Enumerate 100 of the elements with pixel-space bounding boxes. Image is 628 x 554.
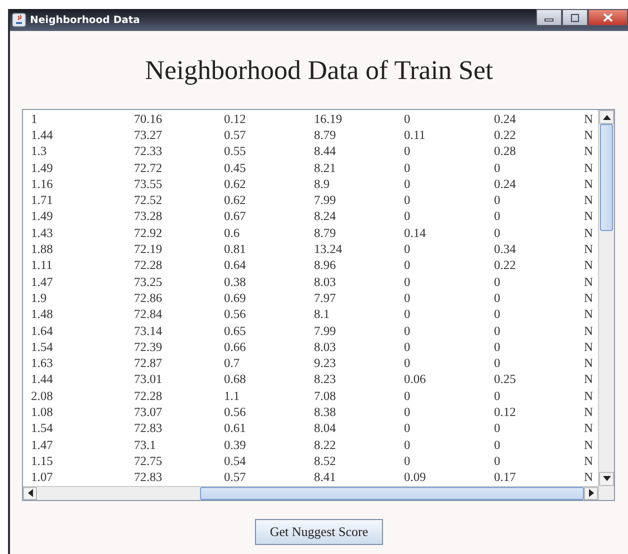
table-cell: N [584, 193, 594, 208]
table-cell-text: 0 [404, 388, 412, 404]
table-cell-text: 1.64 [31, 324, 54, 338]
table-cell-text: 0.09 [404, 470, 427, 486]
maximize-button[interactable] [562, 9, 588, 26]
table-cell-text: 1.1 [224, 388, 241, 404]
table-cell-text: 73.28 [134, 209, 164, 224]
table-cell-text: 0 [404, 356, 412, 372]
table-cell-text: 8.79 [314, 226, 337, 241]
table-cell-text: 0 [494, 307, 502, 322]
table-cell-text: 0 [494, 388, 502, 404]
table-cell-text: 8.21 [314, 160, 337, 176]
table-cell-text: 0.54 [224, 454, 247, 469]
table-cell-text: 0.81 [224, 242, 247, 258]
table-cell: N [584, 160, 594, 176]
table-cell-text: 0.22 [494, 128, 517, 143]
table-cell-text: 1.63 [31, 356, 54, 372]
table-cell-text: 0.56 [224, 404, 247, 420]
table-cell-text: 1.49 [31, 209, 54, 224]
cup-icon [12, 13, 26, 27]
table-cell-text: 0 [494, 209, 502, 224]
table-cell-text: 1.9 [31, 290, 48, 306]
window-title: Neighborhood Data [30, 14, 140, 26]
table-cell-text: 0 [404, 144, 412, 160]
scrollbar-thumb[interactable] [200, 486, 584, 500]
close-icon [603, 13, 613, 22]
scroll-right-icon[interactable] [584, 486, 598, 500]
score-button[interactable]: Get Nuggest Score [254, 518, 384, 545]
table-cell-text: 0 [404, 324, 412, 338]
table-cell-text: 0.12 [224, 112, 247, 127]
table-cell-text: 9.23 [314, 356, 337, 372]
table-cell-text: 1.71 [31, 193, 54, 208]
table-cell-text: 73.01 [134, 372, 164, 388]
table-cell-text: 1.47 [31, 274, 54, 290]
table-cell-text: 0 [404, 404, 412, 420]
scroll-left-icon[interactable] [23, 486, 37, 500]
table-cell-text: 1.54 [31, 421, 54, 436]
table-cell-text: 0.56 [224, 307, 247, 322]
table-cell-text: 2.08 [31, 388, 54, 404]
table-cell-text: 1.16 [31, 176, 54, 192]
vertical-scrollbar[interactable] [598, 110, 614, 486]
table-cell: N [584, 307, 594, 322]
table-cell-text: 0.45 [224, 160, 247, 176]
table-cell-text: 73.27 [134, 128, 164, 143]
table-cell-text: 0 [404, 421, 412, 436]
table-cell-text: 0.61 [224, 421, 247, 436]
table-cell-text: 73.55 [134, 176, 164, 192]
table-cell-text: 1.44 [31, 128, 54, 143]
scroll-down-icon[interactable] [599, 472, 614, 486]
table-cell-text: 0.62 [224, 193, 247, 208]
table-cell-text: 72.39 [134, 340, 164, 355]
table-cell-text: 73.1 [134, 438, 157, 453]
table-cell-text: 1.48 [31, 307, 54, 322]
close-button[interactable] [588, 9, 628, 26]
minimize-button[interactable] [536, 9, 562, 26]
table-cell-text: 72.28 [134, 258, 164, 274]
table-cell-text: 0.57 [224, 128, 247, 143]
table-cell-text: 73.14 [134, 324, 164, 338]
table-cell-text: 0.6 [224, 226, 241, 241]
table-cell: N [584, 404, 594, 420]
table-cell-text: 72.72 [134, 160, 164, 176]
table-cell-text: 72.33 [134, 144, 164, 160]
table-cell-text: 7.99 [314, 193, 337, 208]
table-cell-text: 0.06 [404, 372, 427, 388]
table-cell-text: 7.97 [314, 290, 337, 306]
horizontal-scrollbar[interactable] [23, 486, 598, 500]
table-cell-text: 8.38 [314, 404, 337, 420]
table-cell-text: 0 [494, 356, 502, 372]
table-cell-text: 0.17 [494, 470, 517, 486]
table-cell-text: 1.15 [31, 454, 54, 469]
table-cell-text: 0 [494, 324, 502, 338]
table-cell-text: 7.99 [314, 324, 337, 338]
table-cell-text: 8.22 [314, 438, 337, 453]
table-cell-text: 0 [404, 340, 412, 355]
table-cell-text: 0 [404, 160, 412, 176]
table-cell-text: 0 [404, 112, 412, 127]
table-cell-text: 1.54 [31, 340, 54, 355]
table-cell-text: 8.04 [314, 421, 337, 436]
table-cell: N [584, 274, 594, 290]
table-cell-text: 0 [404, 307, 412, 322]
table-cell-text: 0.7 [224, 356, 241, 372]
table-cell-text: 8.03 [314, 274, 337, 290]
scrollbar-thumb[interactable] [600, 124, 613, 231]
table-cell-text: 8.23 [314, 372, 337, 388]
table-cell: N [584, 226, 594, 241]
table-cell-text: 8.03 [314, 340, 337, 355]
scroll-up-icon[interactable] [599, 110, 614, 124]
table-cell: N [584, 128, 594, 143]
table-cell-text: 1 [31, 112, 38, 127]
table-cell: N [584, 144, 594, 160]
table-cell-text: 8.41 [314, 470, 337, 486]
table-cell-text: 8.52 [314, 454, 337, 469]
table-cell-text: 0.57 [224, 470, 247, 486]
table-cell-text: 1.07 [31, 470, 54, 486]
table-cell-text: 0 [404, 242, 412, 258]
table-cell-text: 0.64 [224, 258, 247, 274]
table-cell-text: 0 [404, 193, 412, 208]
table-cell-text: 0 [404, 274, 412, 290]
table-cell-text: 0 [494, 438, 502, 453]
table-cell: N [584, 324, 594, 338]
